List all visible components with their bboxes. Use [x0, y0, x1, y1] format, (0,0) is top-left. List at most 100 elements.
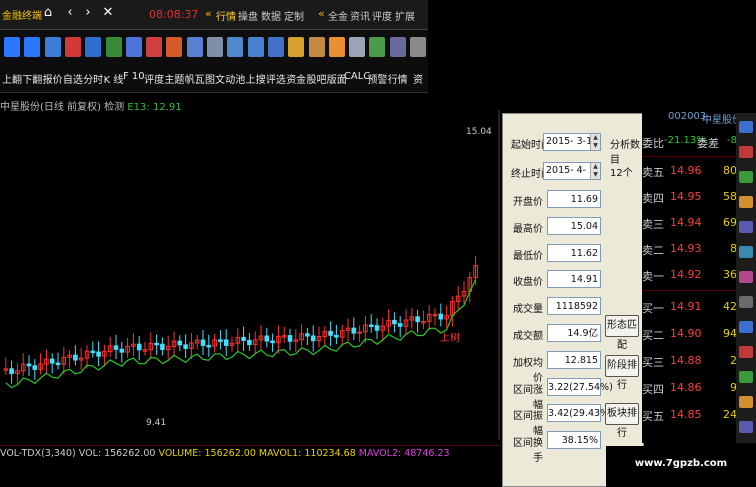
candle-body	[160, 343, 165, 351]
bid-row[interactable]: 买一 14.91 428	[642, 296, 744, 320]
ask-row[interactable]: 卖二14.9387	[642, 238, 744, 262]
ask-level: 卖四	[642, 192, 664, 205]
stat-value-field: 11.69	[547, 190, 601, 208]
sidebar-tool-icon[interactable]	[739, 196, 753, 208]
candle-body	[113, 345, 119, 350]
candle-body	[154, 342, 159, 346]
ask-row[interactable]: 卖三 14.94 694	[642, 212, 744, 236]
bars-icon	[247, 37, 264, 57]
menu-right-chevron-icon[interactable]: «	[318, 7, 325, 20]
sidebar-tool-icon[interactable]	[739, 221, 753, 233]
menu-extend[interactable]: 扩展	[395, 8, 415, 23]
bid-level: 买四	[642, 383, 664, 396]
candle-body	[287, 335, 293, 342]
sidebar-tool-icon[interactable]	[739, 246, 753, 258]
app-logo: 金融终端	[2, 11, 42, 22]
candle-body	[334, 334, 339, 338]
back-icon[interactable]: ‹	[62, 5, 78, 23]
stock-code: 002003	[668, 111, 707, 122]
stat-value-field: 1118592	[547, 297, 601, 316]
close-icon[interactable]: ✕	[100, 5, 116, 23]
doc-icon	[207, 37, 223, 57]
forward-icon[interactable]: ›	[80, 5, 96, 23]
stat-value-field: 3.22(27.54%)	[547, 377, 613, 396]
toolbar-button-20[interactable]: 资	[407, 32, 429, 90]
menu-left-chevron-icon[interactable]: «	[205, 7, 212, 20]
ask-row[interactable]: 卖一 14.92 364	[642, 264, 744, 288]
start-date-field[interactable]: 2015- 3-18 ▲ ▼	[543, 133, 601, 151]
candle-body	[218, 339, 223, 342]
bid-row[interactable]: 买三14.8826	[642, 350, 744, 374]
ask-price: 14.95	[670, 190, 702, 203]
menu-trade[interactable]: 操盘	[238, 8, 258, 23]
market-icon	[389, 37, 406, 57]
bid-row[interactable]: 买四14.8695	[642, 377, 744, 401]
f10-icon	[125, 37, 142, 57]
kline-icon	[105, 37, 122, 57]
bid-level: 买五	[642, 410, 664, 423]
bid-level: 买二	[642, 329, 664, 342]
sidebar-tool-icon[interactable]	[739, 146, 753, 158]
kline-chart[interactable]: 15.04 9.41 上树	[0, 110, 500, 440]
calc-icon	[349, 37, 366, 57]
candle-body	[49, 358, 55, 364]
candle-body	[247, 339, 252, 346]
candle-body	[32, 365, 38, 370]
mavol2-value: MAVOL2: 48746.23	[358, 448, 450, 459]
stat-row: 区间换手 38.15%	[507, 430, 603, 464]
candle-body	[177, 340, 183, 346]
sidebar-tool-icon[interactable]	[739, 396, 753, 408]
ask-row[interactable]: 卖五 14.96 801	[642, 160, 744, 184]
pattern-match-button[interactable]: 形态匹配	[605, 315, 639, 351]
arrow-down-icon	[24, 37, 41, 57]
menu-data[interactable]: 数据	[261, 8, 281, 23]
stat-value-field: 12.815	[547, 350, 601, 369]
ask-level: 卖三	[642, 218, 664, 231]
sidebar-tool-icon[interactable]	[739, 121, 753, 133]
stat-row: 区间涨幅 3.22(27.54%)	[507, 377, 613, 411]
bid-row[interactable]: 买二 14.90 944	[642, 323, 744, 347]
menu-rating[interactable]: 评度	[372, 8, 392, 23]
candle-body	[328, 330, 333, 336]
sidebar-tool-icon[interactable]	[739, 371, 753, 383]
sector-rank-button[interactable]: 板块排行	[605, 403, 639, 439]
bid-price: 14.91	[670, 300, 702, 313]
home-icon[interactable]: ⌂	[40, 5, 56, 23]
end-date-field[interactable]: 2015- 4- 2 ▲ ▼	[543, 162, 601, 180]
top-bar: 金融终端 ⌂ ‹ › ✕ 08:08:37 « 行情 操盘 数据 定制 « 全金…	[0, 0, 428, 30]
candle-body	[351, 327, 357, 334]
stat-label: 区间换手	[513, 438, 543, 465]
menu-news[interactable]: 资讯	[350, 8, 370, 23]
money-icon	[288, 37, 305, 57]
candle-body	[264, 335, 270, 342]
sidebar-tool-icon[interactable]	[739, 346, 753, 358]
volume-value: VOLUME: 156262.00	[158, 448, 256, 459]
sidebar-tool-icon[interactable]	[739, 296, 753, 308]
f9-icon	[146, 37, 163, 57]
bid-level: 买三	[642, 356, 664, 369]
bid-row[interactable]: 买五 14.85 241	[642, 404, 744, 428]
candle-body	[415, 316, 420, 323]
ask-row[interactable]: 卖四 14.95 585	[642, 186, 744, 210]
ask-level: 卖五	[642, 166, 664, 179]
stage-rank-button[interactable]: 阶段排行	[605, 355, 639, 391]
menu-all[interactable]: 全金	[328, 8, 348, 23]
menu-market[interactable]: 行情	[216, 8, 236, 23]
sidebar-tool-icon[interactable]	[739, 271, 753, 283]
stat-row: 成交量 1118592	[507, 296, 603, 318]
sidebar-tool-icon[interactable]	[739, 421, 753, 433]
house-icon	[166, 37, 183, 57]
sidebar-tool-icon[interactable]	[739, 321, 753, 333]
mavol1-value: MAVOL1: 110234.68	[258, 448, 356, 459]
end-date-spinner-icon[interactable]: ▲ ▼	[590, 163, 600, 179]
menu-custom[interactable]: 定制	[284, 8, 304, 23]
stat-label: 最低价	[513, 250, 543, 262]
ask-price: 14.94	[670, 216, 702, 229]
toolbar-button-label: 资	[413, 75, 423, 86]
bid-price: 14.88	[670, 354, 702, 367]
sidebar-tool-icon[interactable]	[739, 171, 753, 183]
start-date-spinner-icon[interactable]: ▲ ▼	[590, 134, 600, 150]
stat-value-field: 38.15%	[547, 431, 601, 450]
candle-body	[206, 344, 212, 348]
candle-body	[9, 368, 14, 375]
